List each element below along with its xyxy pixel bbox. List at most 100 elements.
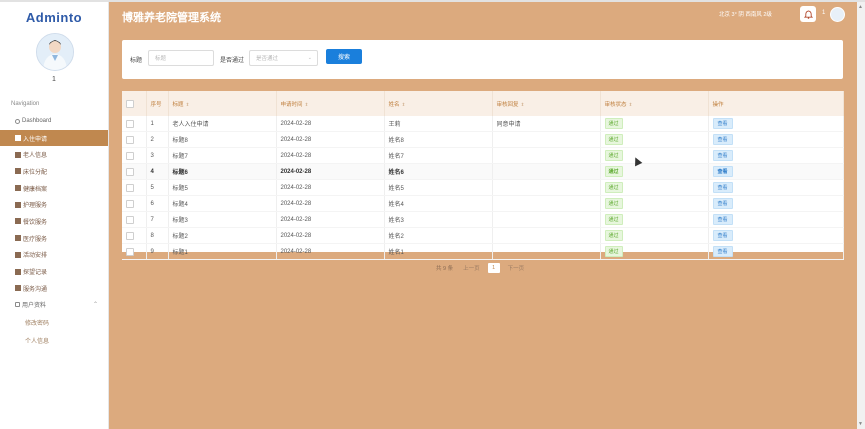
sidebar-item-visits[interactable]: 探望记录 xyxy=(0,263,108,280)
view-button[interactable]: 查看 xyxy=(712,150,733,161)
header-avatar[interactable] xyxy=(830,7,845,22)
col-header-reply[interactable]: 审核回复 ⇕ xyxy=(492,91,601,116)
sidebar-item-label: 入住申请 xyxy=(23,136,48,143)
view-button[interactable]: 查看 xyxy=(712,214,733,225)
sidebar-item-label: 服务沟通 xyxy=(23,286,48,293)
cell-name: 姓名7 xyxy=(384,147,493,164)
sidebar-item-communication[interactable]: 服务沟通 xyxy=(0,280,108,297)
view-button[interactable]: 查看 xyxy=(712,230,733,241)
view-button[interactable]: 查看 xyxy=(712,166,733,177)
next-page-button[interactable]: 下一页 xyxy=(508,264,525,272)
row-checkbox[interactable] xyxy=(126,119,134,128)
sidebar-item-bed-assign[interactable]: 床位分配 xyxy=(0,163,108,180)
cell-name: 姓名5 xyxy=(384,179,493,196)
col-header-status[interactable]: 审核状态 ⇕ xyxy=(600,91,709,116)
sidebar-subitem-change-password[interactable]: 修改密码 xyxy=(0,313,108,331)
row-checkbox[interactable] xyxy=(126,167,134,176)
pagination-total: 共 9 条 xyxy=(436,266,454,272)
view-button[interactable]: 查看 xyxy=(712,118,733,129)
sidebar-item-admission[interactable]: 入住申请 xyxy=(0,129,108,147)
row-select-cell xyxy=(122,131,147,148)
view-button[interactable]: 查看 xyxy=(712,182,733,193)
table-row[interactable]: 6 标题4 2024-02-28 姓名4 通过 查看 xyxy=(122,195,844,212)
title-filter-label: 标题 xyxy=(130,58,143,64)
cell-title: 标题6 xyxy=(168,163,277,180)
cell-no: 8 xyxy=(146,227,169,244)
grid-icon xyxy=(15,218,21,225)
row-checkbox[interactable] xyxy=(126,231,134,240)
row-select-cell xyxy=(122,227,147,244)
sidebar-subitem-profile[interactable]: 个人信息 xyxy=(0,331,108,349)
sidebar-item-medical[interactable]: 医疗服务 xyxy=(0,230,108,247)
cell-title: 标题8 xyxy=(168,131,277,148)
scroll-down-icon[interactable]: ▼ xyxy=(858,421,863,427)
chevron-down-icon: ⌄ xyxy=(307,55,312,61)
sidebar-item-activities[interactable]: 活动安排 xyxy=(0,247,108,264)
row-checkbox[interactable] xyxy=(126,183,134,192)
row-checkbox[interactable] xyxy=(126,215,134,224)
sidebar-item-user-profile[interactable]: 用户资料 ⌃ xyxy=(0,297,108,314)
col-header-date[interactable]: 申请时间 ⇕ xyxy=(276,91,385,116)
avatar[interactable] xyxy=(36,33,74,71)
table-row[interactable]: 4 标题6 2024-02-28 姓名6 通过 查看 xyxy=(122,163,844,180)
table-row[interactable]: 1 老人入住申请 2024-02-28 王莉 同意申请 通过 查看 xyxy=(122,116,844,132)
row-checkbox[interactable] xyxy=(126,199,134,208)
cell-title: 标题3 xyxy=(168,211,277,228)
cell-reply xyxy=(492,147,601,164)
cell-reply xyxy=(492,179,601,196)
table-row[interactable]: 3 标题7 2024-02-28 姓名7 通过 查看 xyxy=(122,147,844,164)
table-row[interactable]: 8 标题2 2024-02-28 姓名2 通过 查看 xyxy=(122,227,844,244)
row-checkbox[interactable] xyxy=(126,247,134,256)
row-checkbox[interactable] xyxy=(126,135,134,144)
cell-reply xyxy=(492,195,601,212)
table-row[interactable]: 5 标题5 2024-02-28 姓名5 通过 查看 xyxy=(122,179,844,196)
sidebar-item-health-records[interactable]: 健康档案 xyxy=(0,180,108,197)
cell-title: 标题1 xyxy=(168,243,277,260)
search-button[interactable]: 搜索 xyxy=(326,49,362,64)
cell-action: 查看 xyxy=(708,116,844,132)
cell-reply xyxy=(492,243,601,260)
table-row[interactable]: 2 标题8 2024-02-28 姓名8 通过 查看 xyxy=(122,131,844,148)
grid-icon xyxy=(15,151,21,158)
view-button[interactable]: 查看 xyxy=(712,198,733,209)
cell-action: 查看 xyxy=(708,131,844,148)
grid-icon xyxy=(15,185,21,192)
status-badge: 通过 xyxy=(604,214,623,225)
search-panel: 标题 标题 是否通过 是否通过 ⌄ 搜索 xyxy=(122,40,843,79)
sidebar-item-dining[interactable]: 餐饮服务 xyxy=(0,213,108,230)
cell-status: 通过 xyxy=(600,211,709,228)
current-page-button[interactable]: 1 xyxy=(487,263,500,273)
top-border xyxy=(0,0,865,2)
grid-icon xyxy=(15,285,21,292)
scroll-up-icon[interactable]: ▲ xyxy=(858,4,863,10)
table-row[interactable]: 9 标题1 2024-02-28 姓名1 通过 查看 xyxy=(122,243,844,260)
cell-action: 查看 xyxy=(708,243,844,260)
sidebar-item-nursing[interactable]: 护理服务 xyxy=(0,196,108,213)
col-header-name[interactable]: 姓名 ⇕ xyxy=(384,91,493,116)
cell-date: 2024-02-28 xyxy=(276,179,385,196)
select-all-checkbox[interactable] xyxy=(126,99,134,108)
view-button[interactable]: 查看 xyxy=(712,246,733,257)
cell-date: 2024-02-28 xyxy=(276,163,385,180)
sidebar-item-dashboard[interactable]: Dashboard xyxy=(0,113,108,130)
list-icon xyxy=(15,251,21,258)
table-row[interactable]: 7 标题3 2024-02-28 姓名3 通过 查看 xyxy=(122,211,844,228)
sidebar-item-label: 活动安排 xyxy=(23,253,48,260)
brand-logo[interactable]: Adminto xyxy=(0,10,108,25)
cell-status: 通过 xyxy=(600,163,709,180)
sidebar-item-elderly-info[interactable]: 老人信息 xyxy=(0,146,108,163)
header-user-name[interactable]: 1 xyxy=(822,10,825,16)
cell-date: 2024-02-28 xyxy=(276,116,385,132)
title-search-input[interactable]: 标题 xyxy=(148,50,214,66)
cell-action: 查看 xyxy=(708,195,844,212)
pass-status-select[interactable]: 是否通过 ⌄ xyxy=(249,50,318,66)
cell-status: 通过 xyxy=(600,227,709,244)
row-checkbox[interactable] xyxy=(126,151,134,160)
prev-page-button[interactable]: 上一页 xyxy=(463,264,480,272)
status-badge: 通过 xyxy=(604,150,623,161)
cell-no: 9 xyxy=(146,243,169,260)
view-button[interactable]: 查看 xyxy=(712,134,733,145)
notification-button[interactable] xyxy=(800,6,816,22)
col-header-title[interactable]: 标题 ⇕ xyxy=(168,91,277,116)
page-scrollbar[interactable]: ▲ ▼ xyxy=(857,2,865,429)
